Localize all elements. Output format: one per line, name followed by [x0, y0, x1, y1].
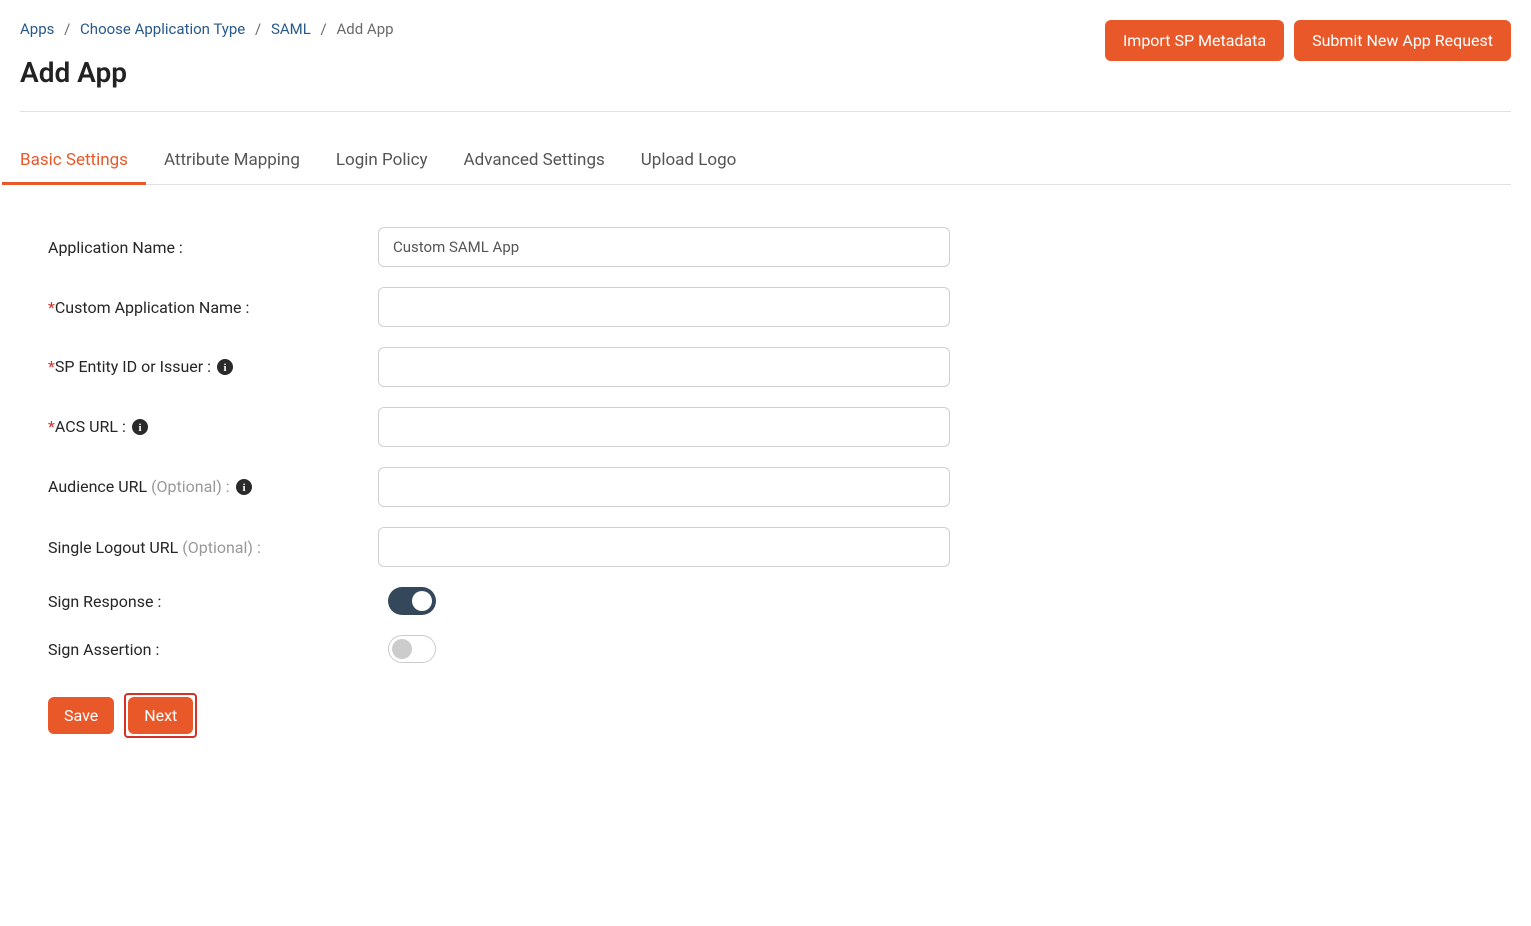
svg-text:i: i [242, 482, 245, 494]
save-button[interactable]: Save [48, 697, 114, 734]
breadcrumb-sep: / [321, 20, 327, 38]
acs-url-label: *ACS URL : i [48, 417, 378, 437]
tab-login-policy[interactable]: Login Policy [336, 140, 428, 184]
info-icon[interactable]: i [236, 479, 254, 497]
custom-app-name-label: *Custom Application Name : [48, 298, 378, 317]
info-icon[interactable]: i [132, 419, 150, 437]
application-name-input[interactable] [378, 227, 950, 267]
next-button-highlight: Next [124, 693, 197, 738]
svg-text:i: i [224, 362, 227, 374]
breadcrumb-link-saml[interactable]: SAML [271, 20, 311, 38]
tabs: Basic Settings Attribute Mapping Login P… [20, 140, 1511, 185]
tab-advanced-settings[interactable]: Advanced Settings [464, 140, 605, 184]
sign-response-toggle[interactable] [388, 587, 436, 615]
submit-new-app-request-button[interactable]: Submit New App Request [1294, 20, 1511, 61]
audience-url-input[interactable] [378, 467, 950, 507]
info-icon[interactable]: i [217, 359, 235, 377]
page-title: Add App [20, 56, 394, 89]
slo-url-label: Single Logout URL (Optional) : [48, 538, 378, 557]
breadcrumb-sep: / [255, 20, 261, 38]
sign-assertion-label: Sign Assertion : [48, 640, 388, 659]
acs-url-input[interactable] [378, 407, 950, 447]
slo-url-input[interactable] [378, 527, 950, 567]
application-name-label: Application Name : [48, 238, 378, 257]
sign-response-label: Sign Response : [48, 592, 388, 611]
audience-url-label: Audience URL (Optional) : i [48, 477, 378, 497]
tab-basic-settings[interactable]: Basic Settings [20, 140, 128, 184]
tab-upload-logo[interactable]: Upload Logo [641, 140, 737, 184]
breadcrumb-current: Add App [336, 20, 393, 38]
svg-text:i: i [138, 422, 141, 434]
sp-entity-input[interactable] [378, 347, 950, 387]
breadcrumb-sep: / [64, 20, 70, 38]
breadcrumb-link-apps[interactable]: Apps [20, 20, 54, 38]
breadcrumb-link-choose-type[interactable]: Choose Application Type [80, 20, 245, 38]
tab-attribute-mapping[interactable]: Attribute Mapping [164, 140, 300, 184]
custom-app-name-input[interactable] [378, 287, 950, 327]
breadcrumb: Apps / Choose Application Type / SAML / … [20, 20, 394, 38]
divider [20, 111, 1511, 112]
next-button[interactable]: Next [128, 697, 193, 734]
sign-assertion-toggle[interactable] [388, 635, 436, 663]
sp-entity-label: *SP Entity ID or Issuer : i [48, 357, 378, 377]
import-sp-metadata-button[interactable]: Import SP Metadata [1105, 20, 1284, 61]
